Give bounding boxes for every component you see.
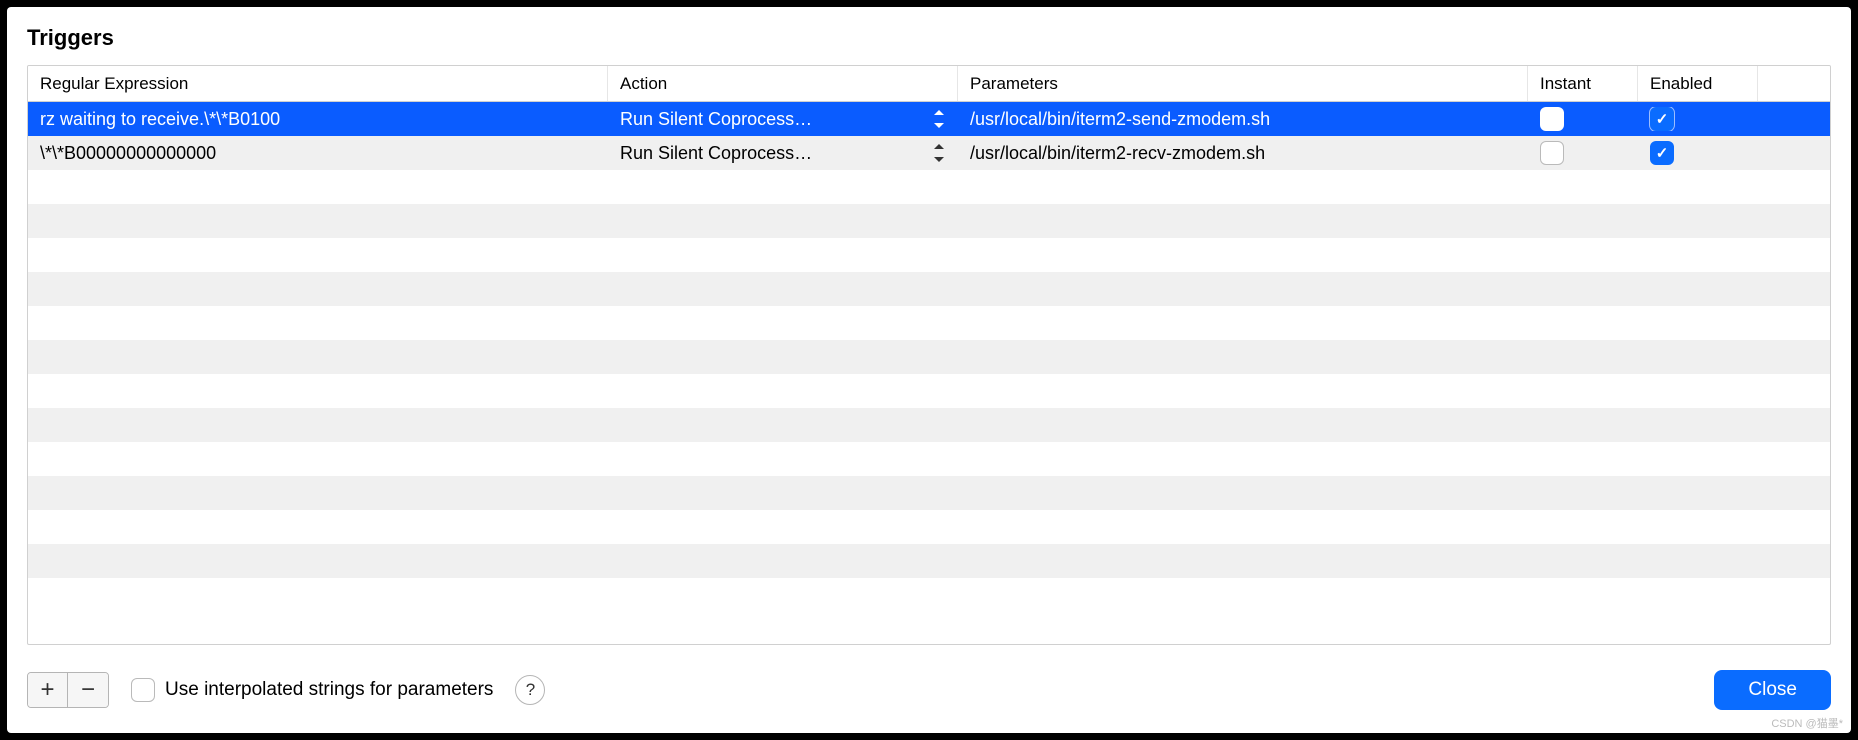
table-row-empty <box>28 408 1830 442</box>
add-remove-segment: + − <box>27 672 109 708</box>
triggers-table: Regular Expression Action Parameters Ins… <box>27 65 1831 645</box>
table-row-empty <box>28 510 1830 544</box>
table-row-empty <box>28 204 1830 238</box>
column-header-instant[interactable]: Instant <box>1528 66 1638 101</box>
table-row[interactable]: rz waiting to receive.\*\*B0100 Run Silen… <box>28 102 1830 136</box>
enabled-checkbox[interactable] <box>1650 141 1674 165</box>
interpolated-strings-checkbox[interactable] <box>131 678 155 702</box>
add-trigger-button[interactable]: + <box>28 673 68 707</box>
footer-bar: + − Use interpolated strings for paramet… <box>27 667 1831 713</box>
stepper-icon[interactable] <box>932 144 946 162</box>
triggers-panel: Triggers Regular Expression Action Param… <box>7 7 1851 733</box>
instant-checkbox[interactable] <box>1540 141 1564 165</box>
table-row-empty <box>28 442 1830 476</box>
cell-parameters[interactable]: /usr/local/bin/iterm2-recv-zmodem.sh <box>958 143 1528 164</box>
cell-enabled <box>1638 107 1758 131</box>
interpolated-strings-label: Use interpolated strings for parameters <box>165 679 493 701</box>
column-header-action[interactable]: Action <box>608 66 958 101</box>
column-header-params[interactable]: Parameters <box>958 66 1528 101</box>
close-button[interactable]: Close <box>1714 670 1831 710</box>
watermark-text: CSDN @猫墨* <box>1771 715 1843 731</box>
panel-title: Triggers <box>27 25 114 51</box>
table-row-empty <box>28 476 1830 510</box>
column-header-regex[interactable]: Regular Expression <box>28 66 608 101</box>
table-row-empty <box>28 340 1830 374</box>
table-row-empty <box>28 238 1830 272</box>
cell-action[interactable]: Run Silent Coprocess… <box>608 143 958 164</box>
table-body: rz waiting to receive.\*\*B0100 Run Silen… <box>28 102 1830 578</box>
action-label: Run Silent Coprocess… <box>620 143 926 164</box>
action-label: Run Silent Coprocess… <box>620 109 926 130</box>
cell-instant <box>1528 141 1638 165</box>
interpolated-strings-option[interactable]: Use interpolated strings for parameters <box>131 678 493 702</box>
column-header-spacer <box>1758 66 1830 101</box>
remove-trigger-button[interactable]: − <box>68 673 108 707</box>
cell-parameters[interactable]: /usr/local/bin/iterm2-send-zmodem.sh <box>958 109 1528 130</box>
cell-regex[interactable]: \*\*B00000000000000 <box>28 143 608 164</box>
table-row-empty <box>28 306 1830 340</box>
table-row[interactable]: \*\*B00000000000000 Run Silent Coprocess…… <box>28 136 1830 170</box>
cell-instant <box>1528 107 1638 131</box>
table-row-empty <box>28 272 1830 306</box>
cell-action[interactable]: Run Silent Coprocess… <box>608 109 958 130</box>
table-row-empty <box>28 374 1830 408</box>
help-button[interactable]: ? <box>515 675 545 705</box>
cell-enabled <box>1638 141 1758 165</box>
table-header: Regular Expression Action Parameters Ins… <box>28 66 1830 102</box>
table-row-empty <box>28 544 1830 578</box>
table-row-empty <box>28 170 1830 204</box>
enabled-checkbox[interactable] <box>1650 107 1674 131</box>
cell-regex[interactable]: rz waiting to receive.\*\*B0100 <box>28 109 608 130</box>
instant-checkbox[interactable] <box>1540 107 1564 131</box>
column-header-enabled[interactable]: Enabled <box>1638 66 1758 101</box>
stepper-icon[interactable] <box>932 110 946 128</box>
